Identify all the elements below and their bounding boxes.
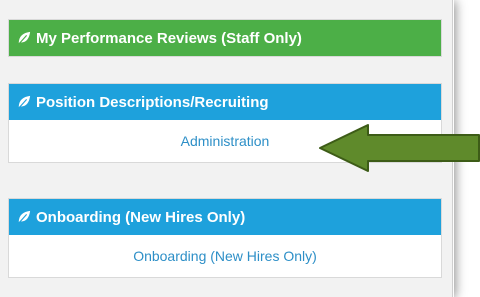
section-onboarding-header[interactable]: Onboarding (New Hires Only) bbox=[9, 199, 441, 235]
section-position-descriptions-header[interactable]: Position Descriptions/Recruiting bbox=[9, 84, 441, 120]
section-performance-reviews-title: My Performance Reviews (Staff Only) bbox=[36, 29, 302, 47]
section-onboarding-title: Onboarding (New Hires Only) bbox=[36, 208, 246, 226]
leaf-icon bbox=[18, 31, 31, 45]
leaf-icon bbox=[18, 95, 31, 109]
section-position-descriptions-title: Position Descriptions/Recruiting bbox=[36, 93, 269, 111]
arrow-annotation-icon bbox=[319, 124, 480, 172]
onboarding-link[interactable]: Onboarding (New Hires Only) bbox=[9, 235, 441, 277]
section-onboarding: Onboarding (New Hires Only) Onboarding (… bbox=[8, 198, 442, 278]
section-performance-reviews: My Performance Reviews (Staff Only) bbox=[8, 19, 442, 57]
leaf-icon bbox=[18, 210, 31, 224]
section-performance-reviews-header[interactable]: My Performance Reviews (Staff Only) bbox=[9, 20, 441, 56]
